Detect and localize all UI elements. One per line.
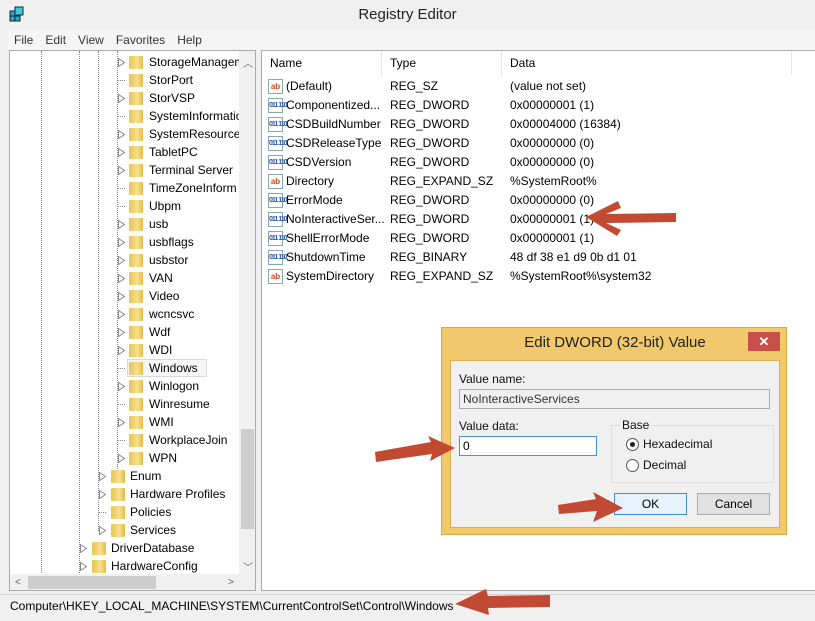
arrow-to-nointeractive-row [586,201,676,236]
arrow-to-value-data [375,436,455,462]
annotation-arrows [375,201,676,615]
arrow-to-ok-button [558,492,623,522]
arrow-to-status-path [455,589,550,615]
